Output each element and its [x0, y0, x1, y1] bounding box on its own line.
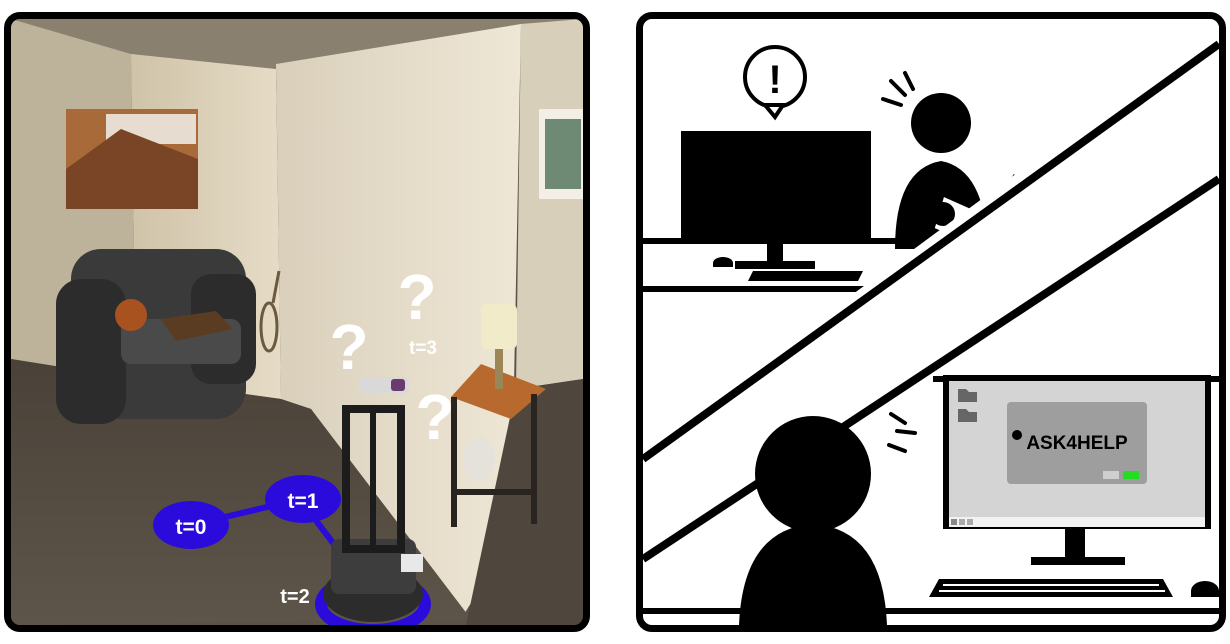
working-person-body [739, 524, 887, 625]
lower-keyboard [929, 579, 1173, 597]
timestep-label-3: t=3 [409, 338, 437, 359]
basketball [115, 299, 147, 331]
question-mark-icon: ? [415, 381, 454, 453]
armchair [56, 249, 256, 424]
timestep-label-0: t=0 [176, 516, 207, 539]
right-wall [516, 19, 583, 389]
ask4help-comic-panel: ! ASK4HELP [636, 12, 1226, 632]
notice-lines-icon [881, 71, 915, 107]
question-mark-icon: ? [329, 311, 368, 383]
top-keyboard [748, 271, 863, 281]
notice-lines-icon [887, 412, 917, 453]
ask4help-comic: ! ASK4HELP [643, 24, 1219, 625]
table-lamp [481, 304, 517, 349]
robot-scene: t=0 t=1 t=2 t=3 ? ? ? [11, 19, 583, 625]
ask4help-ok-button[interactable] [1123, 471, 1139, 479]
ask4help-cancel-button[interactable] [1103, 471, 1119, 479]
vase [463, 437, 495, 481]
working-person-head [755, 416, 871, 532]
ask4help-title: ASK4HELP [1026, 433, 1128, 454]
alert-icon: ! [768, 58, 781, 102]
lower-mouse [1191, 581, 1219, 597]
question-mark-icon: ? [397, 261, 436, 333]
reading-person-head [911, 93, 971, 153]
timestep-label-2: t=2 [280, 586, 309, 608]
timestep-label-1: t=1 [288, 490, 319, 513]
person-raising-hand-icon [1012, 430, 1022, 440]
top-mouse [713, 257, 733, 267]
top-monitor [681, 131, 871, 239]
robot-scene-panel: t=0 t=1 t=2 t=3 ? ? ? [4, 12, 590, 632]
